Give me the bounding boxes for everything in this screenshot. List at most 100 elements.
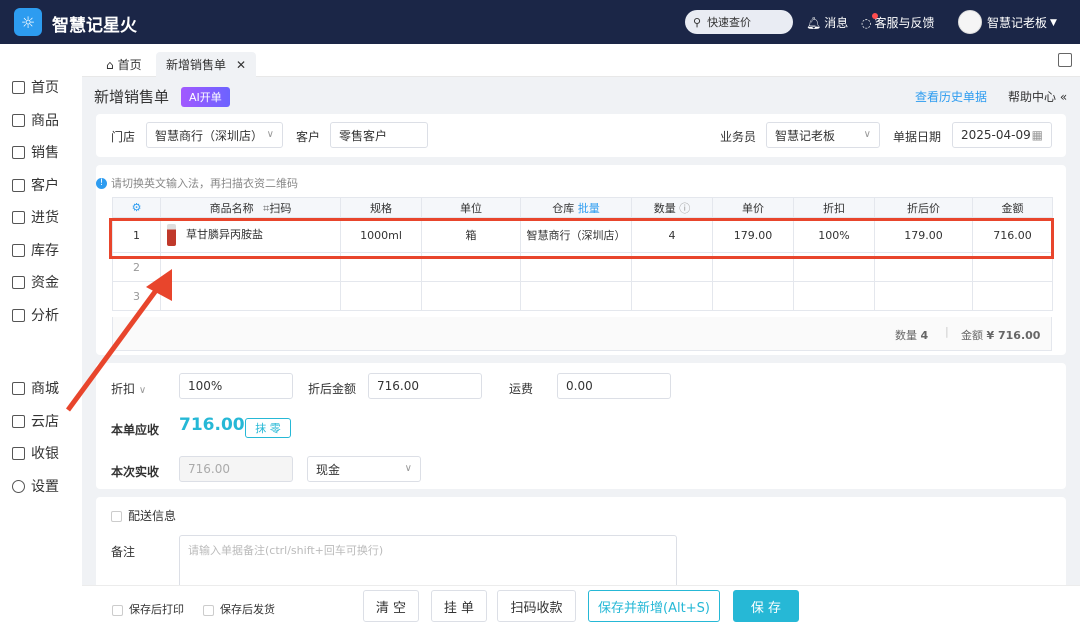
sidebar-item-label: 设置 — [31, 479, 59, 495]
sidebar-item-cashier[interactable]: 收银 — [12, 443, 59, 463]
print-after-save-toggle[interactable]: 保存后打印 — [112, 601, 184, 617]
column-settings[interactable]: ⚙ — [112, 197, 161, 218]
page-header: 新增销售单 AI开单 — [94, 86, 230, 107]
tab-home[interactable]: ⌂ 首页 — [96, 52, 152, 77]
close-icon[interactable]: ✕ — [236, 58, 246, 72]
warehouse-cell[interactable] — [520, 281, 632, 311]
payment-method-select[interactable]: 现金 ∨ — [307, 456, 421, 482]
sidebar-item-fund[interactable]: 资金 — [12, 272, 59, 292]
service-label: 客服与反馈 — [874, 16, 935, 30]
calendar-icon: ▦ — [1031, 128, 1043, 142]
table-summary: 数量 4 | 金额 ¥ 716.00 — [112, 317, 1052, 351]
scan-hint: ! 请切换英文输入法，再扫描衣资二维码 — [96, 175, 298, 191]
round-off-button[interactable]: 抹 零 — [245, 418, 291, 438]
qty-cell[interactable] — [631, 281, 713, 311]
messages-label: 消息 — [824, 16, 849, 30]
order-header-card: 门店 智慧商行（深圳店） ∨ 客户 零售客户 业务员 智慧记老板 ∨ 单据日期 … — [96, 114, 1066, 157]
summary-qty: 数量 4 — [895, 327, 928, 343]
help-center-button[interactable]: 帮助中心 « — [1008, 88, 1067, 105]
history-link[interactable]: 查看历史单据 — [915, 88, 987, 105]
tab-new-sales-order[interactable]: 新增销售单 ✕ — [156, 52, 257, 77]
remark-placeholder: 请输入单据备注(ctrl/shift+回车可换行) — [188, 544, 384, 557]
date-picker[interactable]: 2025-04-09 ▦ — [952, 122, 1052, 148]
purchase-icon — [12, 210, 25, 224]
tab-label: 新增销售单 — [166, 58, 227, 72]
header-amount: 金额 — [1001, 201, 1024, 215]
sidebar-item-analysis[interactable]: 分析 — [12, 305, 59, 325]
discount-value: 100% — [188, 379, 223, 393]
sidebar-item-label: 客户 — [31, 178, 59, 194]
batch-button[interactable]: 批量 — [578, 202, 600, 215]
save-button[interactable]: 保 存 — [733, 590, 799, 622]
after-discount-input[interactable]: 716.00 — [368, 373, 482, 399]
payment-method-value: 现金 — [316, 462, 341, 477]
settlement-card: 折扣 ∨ 100% 折后金额 716.00 运费 0.00 本单应收 716.0… — [96, 363, 1066, 489]
amount-due-value: 716.00 — [179, 415, 245, 435]
sidebar-item-label: 云店 — [31, 414, 59, 430]
salesman-select[interactable]: 智慧记老板 ∨ — [766, 122, 880, 148]
ship-after-save-toggle[interactable]: 保存后发货 — [203, 601, 275, 617]
header-qty: 数量 — [653, 201, 676, 215]
sidebar-item-customer[interactable]: 客户 — [12, 175, 59, 195]
summary-amount-label: 金额 — [961, 329, 983, 342]
fullscreen-icon[interactable] — [1058, 53, 1072, 67]
sidebar-item-sales[interactable]: 销售 — [12, 142, 59, 162]
column-qty: 数量 ⓘ — [631, 197, 713, 218]
tab-label: 首页 — [117, 58, 142, 72]
delivery-checkbox[interactable] — [111, 511, 122, 522]
table-header: ⚙ 商品名称 ⌗扫码 规格 单位 仓库 批量 数量 ⓘ 单价 折扣 折后价 金额 — [112, 197, 1053, 218]
price-cell[interactable] — [712, 281, 794, 311]
column-amount: 金额 — [972, 197, 1053, 218]
store-value: 智慧商行（深圳店） — [155, 128, 264, 143]
sidebar-item-settings[interactable]: 设置 — [12, 476, 59, 496]
scan-pay-button[interactable]: 扫码收款 — [497, 590, 576, 622]
ship-after-save-checkbox[interactable] — [203, 604, 214, 616]
spec-cell[interactable] — [340, 281, 422, 311]
avatar[interactable] — [958, 10, 982, 34]
paid-input: 716.00 — [179, 456, 293, 482]
header-name: 商品名称 — [209, 201, 254, 215]
ship-after-save-label: 保存后发货 — [220, 603, 275, 616]
delivery-toggle[interactable]: 配送信息 — [111, 507, 176, 524]
freight-input[interactable]: 0.00 — [557, 373, 671, 399]
sidebar-item-purchase[interactable]: 进货 — [12, 207, 59, 227]
sidebar-item-mall[interactable]: 商城 — [12, 378, 59, 398]
hold-button[interactable]: 挂 单 — [431, 590, 487, 622]
print-after-save-checkbox[interactable] — [112, 604, 123, 616]
notification-dot — [872, 13, 878, 19]
user-menu[interactable]: 智慧记老板 ▼ — [987, 14, 1057, 31]
app-logo: ☼ — [14, 8, 42, 36]
gear-icon[interactable]: ⚙ — [132, 201, 142, 214]
customer-value: 零售客户 — [339, 128, 388, 143]
print-after-save-label: 保存后打印 — [129, 603, 184, 616]
summary-amount: 金额 ¥ 716.00 — [961, 327, 1040, 343]
sidebar-item-label: 商品 — [31, 113, 59, 129]
user-name: 智慧记老板 — [987, 16, 1048, 30]
discounted-price-cell[interactable] — [874, 281, 973, 311]
sidebar-item-label: 商城 — [31, 381, 59, 397]
save-and-new-button[interactable]: 保存并新增(Alt+S) — [588, 590, 720, 622]
quick-search-button[interactable]: ⚲ 快速查价 — [685, 10, 793, 34]
sidebar-item-cloud-store[interactable]: 云店 — [12, 411, 59, 431]
sidebar-item-home[interactable]: 首页 — [12, 77, 59, 97]
arrow-line — [65, 283, 163, 412]
highlight-box — [109, 218, 1054, 259]
sidebar-item-stock[interactable]: 库存 — [12, 240, 59, 260]
store-label: 门店 — [111, 130, 136, 144]
sidebar-item-goods[interactable]: 商品 — [12, 110, 59, 130]
clear-button[interactable]: 清 空 — [363, 590, 419, 622]
ai-order-button[interactable]: AI开单 — [181, 86, 230, 107]
amount-cell[interactable] — [972, 281, 1053, 311]
store-select[interactable]: 智慧商行（深圳店） ∨ — [146, 122, 283, 148]
scan-label[interactable]: 扫码 — [269, 202, 291, 215]
search-icon: ⚲ — [693, 15, 702, 29]
sidebar-item-label: 销售 — [31, 145, 59, 161]
unit-cell[interactable] — [421, 281, 521, 311]
table-row[interactable]: 3 — [112, 281, 1053, 311]
header-warehouse: 仓库 — [552, 201, 575, 215]
messages-button[interactable]: 🔔︎ 消息 — [806, 14, 848, 31]
double-chevron-left-icon: « — [1059, 90, 1068, 104]
discount-cell[interactable] — [793, 281, 875, 311]
discount-input[interactable]: 100% — [179, 373, 293, 399]
customer-select[interactable]: 零售客户 — [330, 122, 428, 148]
